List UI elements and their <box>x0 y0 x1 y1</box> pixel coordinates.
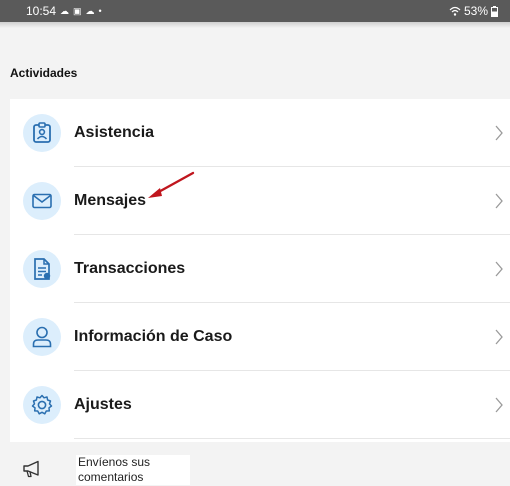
document-icon <box>23 250 61 288</box>
menu-item-mensajes[interactable]: Mensajes <box>10 167 510 235</box>
envelope-icon <box>23 182 61 220</box>
menu-item-transacciones[interactable]: Transacciones <box>10 235 510 303</box>
activities-list: Asistencia Mensajes Transacciones Inform… <box>10 99 510 442</box>
divider <box>74 438 510 439</box>
annotation-arrow-icon <box>148 171 195 198</box>
menu-item-label: Transacciones <box>74 260 186 277</box>
chevron-right-icon <box>495 261 503 277</box>
feedback-label-line2: comentarios <box>78 470 144 484</box>
feedback-label: Envíenos sus comentarios <box>76 455 190 485</box>
menu-item-ajustes[interactable]: Ajustes <box>10 371 510 439</box>
status-left: 10:54 ☁ ▣ ☁ • <box>26 4 102 18</box>
badge-icon <box>23 114 61 152</box>
menu-item-informacion-de-caso[interactable]: Información de Caso <box>10 303 510 371</box>
megaphone-icon <box>23 460 39 478</box>
menu-item-label: Asistencia <box>74 124 155 141</box>
cloud-icon: ☁ <box>85 5 95 16</box>
chevron-right-icon <box>495 125 503 141</box>
battery-percent: 53% <box>463 4 488 18</box>
dot-icon: • <box>98 5 102 16</box>
feedback-label-line1: Envíenos sus <box>78 455 151 469</box>
cloud-icon: ☁ <box>60 5 70 16</box>
battery-icon <box>491 5 498 17</box>
menu-item-asistencia[interactable]: Asistencia <box>10 99 510 167</box>
gear-icon <box>23 386 61 424</box>
status-bar: 10:54 ☁ ▣ ☁ • 53% <box>0 0 510 28</box>
status-right: 53% <box>449 4 498 18</box>
chevron-right-icon <box>495 193 503 209</box>
feedback-button[interactable]: Envíenos sus comentarios <box>14 454 190 486</box>
image-icon: ▣ <box>73 5 82 16</box>
person-icon <box>23 318 61 356</box>
status-time: 10:54 <box>26 4 57 18</box>
chevron-right-icon <box>495 397 503 413</box>
chevron-right-icon <box>495 329 503 345</box>
section-title: Actividades <box>10 66 78 80</box>
menu-item-label: Mensajes <box>74 192 147 209</box>
menu-item-label: Información de Caso <box>74 328 233 345</box>
menu-item-label: Ajustes <box>74 396 132 413</box>
wifi-icon <box>449 6 461 16</box>
